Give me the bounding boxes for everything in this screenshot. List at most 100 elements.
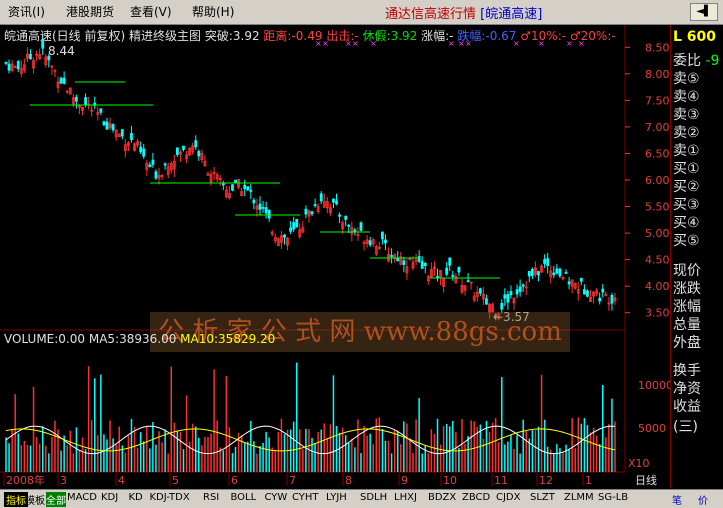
menu-view[interactable]: 查看(V) [130,3,172,20]
candle-body [332,198,335,203]
price-tick: 7.50 [645,94,670,107]
candle-body [347,224,351,227]
candle-body [197,151,201,157]
stock-name: 皖通高速(日线 前复权) 精进终级主图 [4,29,201,43]
juli-value: 距离:-0.49 [263,29,323,43]
candle-body [396,258,400,262]
tab-boll[interactable]: BOLL [231,492,257,503]
tab-kdj-tdx[interactable]: KDJ-TDX [150,492,190,503]
kline-svg: 8.50 8.00 7.50 7.00 6.50 6.00 5.50 5.00 4.50 4.00… [0,25,670,487]
tab-sg-lb[interactable]: SG-LB [598,492,628,503]
t20-value: ♂20%:- [569,29,616,43]
tab-kd[interactable]: KD [129,492,143,503]
candle-body [182,145,185,150]
tab-zbcd[interactable]: ZBCD [462,492,490,503]
candle-body [7,63,11,71]
candle-body [537,271,540,276]
candle-body [503,294,507,299]
candle-body [598,297,602,302]
month-label: 3 [60,474,67,487]
candle-body [59,77,63,84]
t10-value: ♂10%:- [520,29,567,43]
candle-body [579,277,583,282]
candle-body [466,280,470,283]
candle-body [335,200,338,205]
candle-body [154,171,158,179]
tab-全部[interactable]: 全部 [46,492,66,507]
candle-body [105,121,109,130]
candle-body [313,204,317,207]
candle-body [586,290,589,297]
candle-body [509,291,513,296]
tab-cyw[interactable]: CYW [265,492,288,503]
tab-zlmm[interactable]: ZLMM [564,492,594,503]
quote-field: 卖⑤ [673,71,700,87]
tab-sdlh[interactable]: SDLH [360,492,387,503]
candle-body [564,271,568,274]
candle-body [530,268,534,276]
xiuxian-value: 休假:3.92 [362,29,418,43]
candle-body [148,164,152,168]
kline-chart[interactable]: 8.50 8.00 7.50 7.00 6.50 6.00 5.50 5.00 4.50 4.00… [0,25,670,488]
candle-body [249,189,253,192]
price-tick: 3.50 [645,307,670,320]
month-label: 8 [345,474,352,487]
tab-lhxj[interactable]: LHXJ [394,492,417,503]
tab-rsi[interactable]: RSI [203,492,219,503]
tab-kdj[interactable]: KDJ [101,492,118,503]
candle-body [139,146,143,153]
window-control-button[interactable]: ◄▌ [690,3,718,21]
candle-body [402,260,406,265]
menu-hk-futures[interactable]: 港股期货 [66,3,114,20]
candle-body [74,96,78,102]
candle-body [552,272,556,276]
tab-macd[interactable]: MACD [67,492,97,503]
period-label: 日线 [635,473,657,487]
candle-body [234,179,237,183]
stock-code: L 600 [673,29,717,45]
peak-label: 8.44 [48,44,75,58]
price-tick: 5.50 [645,201,670,214]
tab-bdzx[interactable]: BDZX [428,492,456,503]
quote-field: 净资 [673,381,701,397]
menu-bar: 资讯(I) 港股期货 查看(V) 帮助(H) 通达信高速行情 [皖通高速] ◄▌ [0,0,723,25]
tab-lyjh[interactable]: LYJH [326,492,347,503]
candle-body [567,281,571,285]
quote-field: 买② [673,179,700,195]
price-tick: 8.00 [645,68,670,81]
tab-模板[interactable]: 模板 [25,492,45,507]
tab-right-0[interactable]: 笔 [672,492,682,507]
price-tick: 7.00 [645,121,670,134]
candle-body [359,222,363,231]
tab-slzt[interactable]: SLZT [530,492,555,503]
candle-body [417,255,421,262]
app-title-text: 通达信高速行情 [385,7,477,22]
indicator-tab-strip: 指标 模板 全部 MACD KDJ KD KDJ-TDX RSI BOLL CYW CYHT LYJH… [0,489,723,508]
candle-body [485,298,488,305]
tab-cyht[interactable]: CYHT [292,492,319,503]
candle-body [610,294,614,304]
quote-field: 卖④ [673,89,700,105]
quote-field: 收益(三) [673,399,701,435]
candle-body [527,270,531,277]
candle-body [368,240,372,246]
quote-field: 买① [673,161,700,177]
candle-body [601,288,605,293]
candle-body [390,255,393,257]
month-label: 5 [172,474,179,487]
candle-body [84,97,87,105]
candle-body [478,288,482,294]
candle-body [267,209,271,219]
candle-body [111,124,115,131]
app-title-stock: [皖通高速] [480,7,543,22]
tab-right-1[interactable]: 价 [698,492,708,507]
chuji-value: 出击:- [326,29,359,43]
menu-info[interactable]: 资讯(I) [8,3,45,20]
menu-help[interactable]: 帮助(H) [192,3,234,20]
quote-field: 委比 -9 [673,53,720,69]
tab-cjdx[interactable]: CJDX [496,492,520,503]
quote-field: 卖② [673,125,700,141]
candle-body [261,207,265,209]
month-label: 11 [494,474,508,487]
ma5-label: MA5:38936.00 [88,332,177,346]
